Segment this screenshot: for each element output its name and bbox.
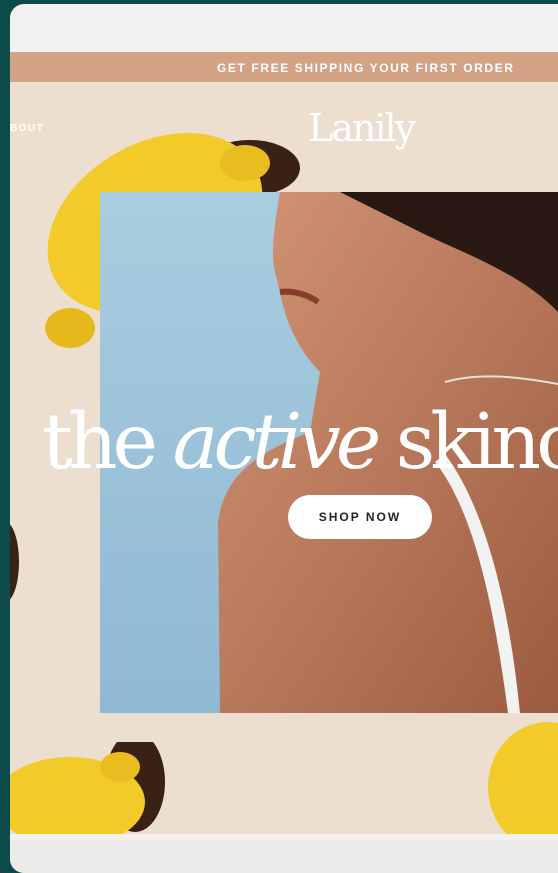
hero-headline: the active skinc (42, 398, 558, 487)
browser-bottom-bar (10, 840, 558, 873)
lemon-bottom-right-image (488, 722, 558, 834)
promo-banner: GET FREE SHIPPING YOUR FIRST ORDER (10, 52, 558, 82)
headline-part-1: the (42, 398, 173, 487)
browser-frame: GET FREE SHIPPING YOUR FIRST ORDER BOUT … (10, 4, 558, 873)
shop-now-button[interactable]: SHOP NOW (288, 495, 432, 539)
headline-part-2: skinc (376, 398, 558, 487)
lemon-left-edge-image (10, 524, 19, 600)
lemon-bottom-left-image (10, 742, 165, 834)
brand-logo[interactable]: Lanily (308, 106, 416, 150)
nav-about-link[interactable]: BOUT (10, 123, 44, 134)
landing-page: GET FREE SHIPPING YOUR FIRST ORDER BOUT … (10, 52, 558, 834)
promo-text: GET FREE SHIPPING YOUR FIRST ORDER (217, 61, 515, 75)
headline-emphasis: active (172, 398, 382, 487)
